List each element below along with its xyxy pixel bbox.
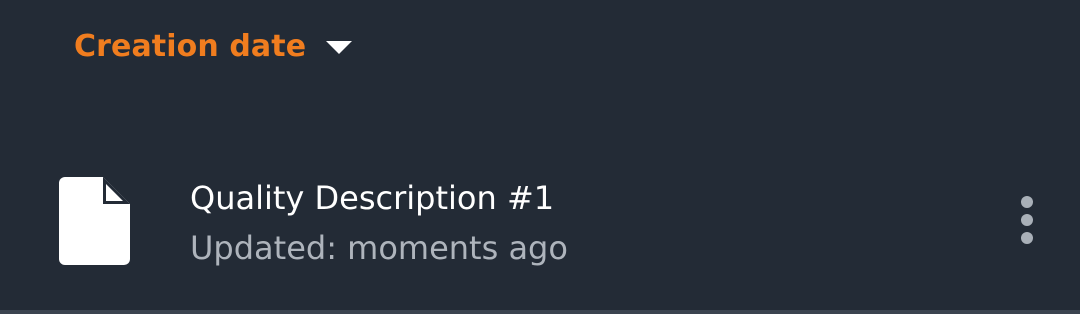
document-icon	[59, 177, 130, 265]
divider	[0, 310, 1080, 314]
caret-down-icon	[326, 40, 353, 54]
more-options-button[interactable]	[1003, 190, 1051, 250]
more-vert-icon-dot	[1021, 232, 1033, 244]
file-updated-text: Updated: moments ago	[190, 229, 568, 267]
file-list-item[interactable]: Quality Description #1 Updated: moments …	[0, 160, 1080, 280]
more-vert-icon	[1021, 196, 1033, 208]
file-title: Quality Description #1	[190, 179, 555, 217]
sort-label: Creation date	[74, 28, 307, 64]
sort-dropdown[interactable]: Creation date	[74, 22, 353, 70]
more-vert-icon-dot	[1021, 214, 1033, 226]
